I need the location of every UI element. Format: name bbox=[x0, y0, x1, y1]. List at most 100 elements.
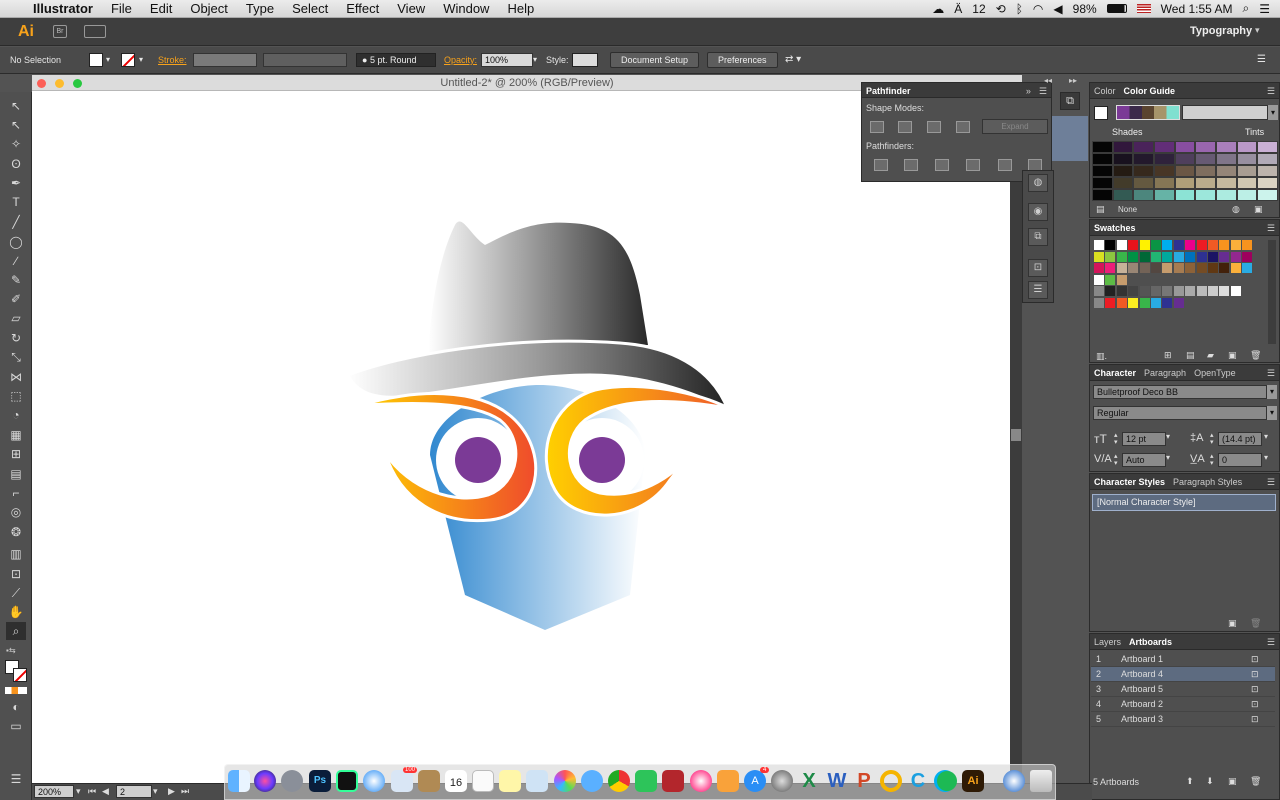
artboard-row[interactable]: 1 Artboard 1 ⊡ bbox=[1091, 652, 1275, 667]
zoom-tool-icon[interactable]: ⌕ bbox=[6, 622, 26, 640]
swatch[interactable] bbox=[1139, 298, 1150, 308]
spotify-icon[interactable] bbox=[937, 771, 957, 791]
color-guide-cell[interactable] bbox=[1257, 189, 1278, 201]
siri-icon[interactable] bbox=[254, 770, 276, 792]
ibooks-icon[interactable] bbox=[717, 770, 739, 792]
chevron-down-icon[interactable]: ▾ bbox=[76, 786, 81, 797]
delete-swatch-icon[interactable]: 🗑 bbox=[1250, 350, 1261, 361]
new-color-group-icon[interactable]: ▰ bbox=[1207, 350, 1214, 361]
edit-colors-icon[interactable]: ◍ bbox=[1232, 204, 1240, 215]
artboard-number-field[interactable]: 2 bbox=[116, 785, 152, 798]
color-guide-cell[interactable] bbox=[1092, 153, 1113, 165]
color-guide-cell[interactable] bbox=[1133, 177, 1154, 189]
menu-help[interactable]: Help bbox=[498, 0, 543, 18]
artboard-row[interactable]: 2 Artboard 4 ⊡ bbox=[1091, 667, 1275, 682]
paintbrush-tool-icon[interactable]: ∕ bbox=[6, 252, 26, 270]
perspective-grid-tool-icon[interactable]: ▦ bbox=[6, 426, 26, 444]
stepper-icon[interactable]: ▴ ▾ bbox=[1210, 432, 1214, 446]
swatch[interactable] bbox=[1116, 274, 1127, 285]
color-guide-cell[interactable] bbox=[1195, 165, 1216, 177]
spy-owl-logo[interactable] bbox=[340, 215, 740, 635]
fill-swatch[interactable] bbox=[89, 53, 103, 67]
menu-file[interactable]: File bbox=[102, 0, 141, 18]
screen-mode-icon[interactable]: ▭ bbox=[6, 717, 26, 735]
swatch-kind-icon[interactable]: ⊞ bbox=[1164, 350, 1172, 361]
swatch[interactable] bbox=[1105, 286, 1116, 297]
swatch[interactable] bbox=[1128, 286, 1139, 297]
swatch[interactable] bbox=[1128, 263, 1139, 274]
type-tool-icon[interactable]: T bbox=[6, 193, 26, 211]
harmony-rules-field[interactable] bbox=[1182, 105, 1268, 120]
swatch[interactable] bbox=[1105, 298, 1116, 308]
font-size-field[interactable]: 12 pt bbox=[1122, 432, 1166, 446]
hand-tool-icon[interactable]: ✋ bbox=[6, 603, 26, 621]
finder-icon[interactable] bbox=[228, 770, 250, 792]
artboard-row[interactable]: 4 Artboard 2 ⊡ bbox=[1091, 697, 1275, 712]
free-transform-tool-icon[interactable]: ⬚ bbox=[6, 387, 26, 405]
swatch[interactable] bbox=[1208, 286, 1218, 297]
quicktime-icon[interactable] bbox=[1003, 770, 1025, 792]
swatch[interactable] bbox=[1128, 240, 1139, 250]
swatch[interactable] bbox=[1230, 240, 1241, 250]
swatch[interactable] bbox=[1208, 263, 1218, 274]
mail-icon[interactable] bbox=[391, 770, 413, 792]
creative-cloud-icon[interactable]: ☁ bbox=[932, 2, 944, 16]
chevron-down-icon[interactable]: ▾ bbox=[1267, 406, 1277, 420]
panel-collapse-icon[interactable]: ◂◂ bbox=[1044, 76, 1052, 85]
chevron-down-icon[interactable]: ▾ bbox=[1255, 25, 1260, 36]
color-guide-cell[interactable] bbox=[1257, 141, 1278, 153]
artboards-icon[interactable]: ⧉ bbox=[1060, 92, 1080, 110]
toolbar-menu-icon[interactable]: ☰ bbox=[6, 770, 26, 788]
chevron-down-icon[interactable]: ▾ bbox=[1268, 105, 1278, 120]
excel-icon[interactable]: X bbox=[798, 770, 820, 792]
swatch-grid[interactable] bbox=[1094, 240, 1264, 332]
color-guide-cell[interactable] bbox=[1153, 177, 1175, 189]
spotlight-icon[interactable]: ⌕ bbox=[1243, 1, 1250, 16]
normal-character-style[interactable]: [Normal Character Style] bbox=[1092, 494, 1276, 511]
move-up-icon[interactable]: ⬆ bbox=[1186, 776, 1194, 787]
maximize-window-button[interactable] bbox=[73, 79, 82, 88]
stroke-swatch[interactable] bbox=[121, 53, 135, 67]
color-guide-cell[interactable] bbox=[1174, 153, 1196, 165]
swatch[interactable] bbox=[1094, 263, 1104, 274]
first-artboard-icon[interactable]: ⏮ bbox=[88, 786, 96, 797]
pen-tool-icon[interactable]: ✒ bbox=[6, 174, 26, 192]
stepper-icon[interactable]: ▴ ▾ bbox=[1114, 453, 1118, 467]
panel-menu-icon[interactable]: ☰ bbox=[1039, 83, 1051, 97]
chevron-down-icon[interactable]: ▾ bbox=[1166, 432, 1176, 446]
swatch[interactable] bbox=[1128, 298, 1139, 308]
color-guide-cell[interactable] bbox=[1112, 153, 1134, 165]
panel-menu-icon[interactable]: ☰ bbox=[1267, 220, 1279, 235]
swatch[interactable] bbox=[1196, 240, 1207, 250]
outline-icon[interactable] bbox=[998, 159, 1012, 171]
menu-view[interactable]: View bbox=[388, 0, 434, 18]
color-guide-cell[interactable] bbox=[1092, 141, 1113, 153]
stroke-color-box[interactable] bbox=[13, 668, 27, 682]
previous-artboard-icon[interactable]: ◀ bbox=[102, 786, 109, 797]
swatch[interactable] bbox=[1219, 263, 1230, 274]
intersect-icon[interactable] bbox=[927, 121, 941, 133]
swatch[interactable] bbox=[1105, 263, 1116, 274]
notification-center-icon[interactable]: ☰ bbox=[1259, 2, 1270, 16]
pencil-tool-icon[interactable]: ✎ bbox=[6, 271, 26, 289]
facetime-icon[interactable] bbox=[635, 770, 657, 792]
adobe-fonts-icon[interactable]: Ä bbox=[954, 2, 962, 16]
unite-icon[interactable] bbox=[870, 121, 884, 133]
blend-tool-icon[interactable]: ◎ bbox=[6, 503, 26, 521]
word-icon-2[interactable]: W bbox=[826, 770, 848, 792]
artboard-name[interactable]: Artboard 1 bbox=[1121, 652, 1163, 667]
menu-select[interactable]: Select bbox=[283, 0, 337, 18]
save-group-icon[interactable]: ▣ bbox=[1254, 204, 1263, 215]
arrange-documents-icon[interactable] bbox=[84, 25, 106, 38]
swatch[interactable] bbox=[1219, 286, 1230, 297]
font-family-field[interactable]: Bulletproof Deco BB bbox=[1093, 385, 1267, 399]
default-colors-icon[interactable]: ▪⇆ bbox=[6, 646, 16, 655]
tab-paragraph[interactable]: Paragraph bbox=[1144, 365, 1186, 380]
swatch[interactable] bbox=[1230, 263, 1241, 274]
swatch[interactable] bbox=[1151, 286, 1161, 297]
artboard-options-icon[interactable]: ⊡ bbox=[1251, 667, 1259, 682]
color-guide-cell[interactable] bbox=[1174, 189, 1196, 201]
menu-object[interactable]: Object bbox=[181, 0, 237, 18]
swatch[interactable] bbox=[1162, 298, 1173, 308]
swatch[interactable] bbox=[1105, 274, 1116, 285]
